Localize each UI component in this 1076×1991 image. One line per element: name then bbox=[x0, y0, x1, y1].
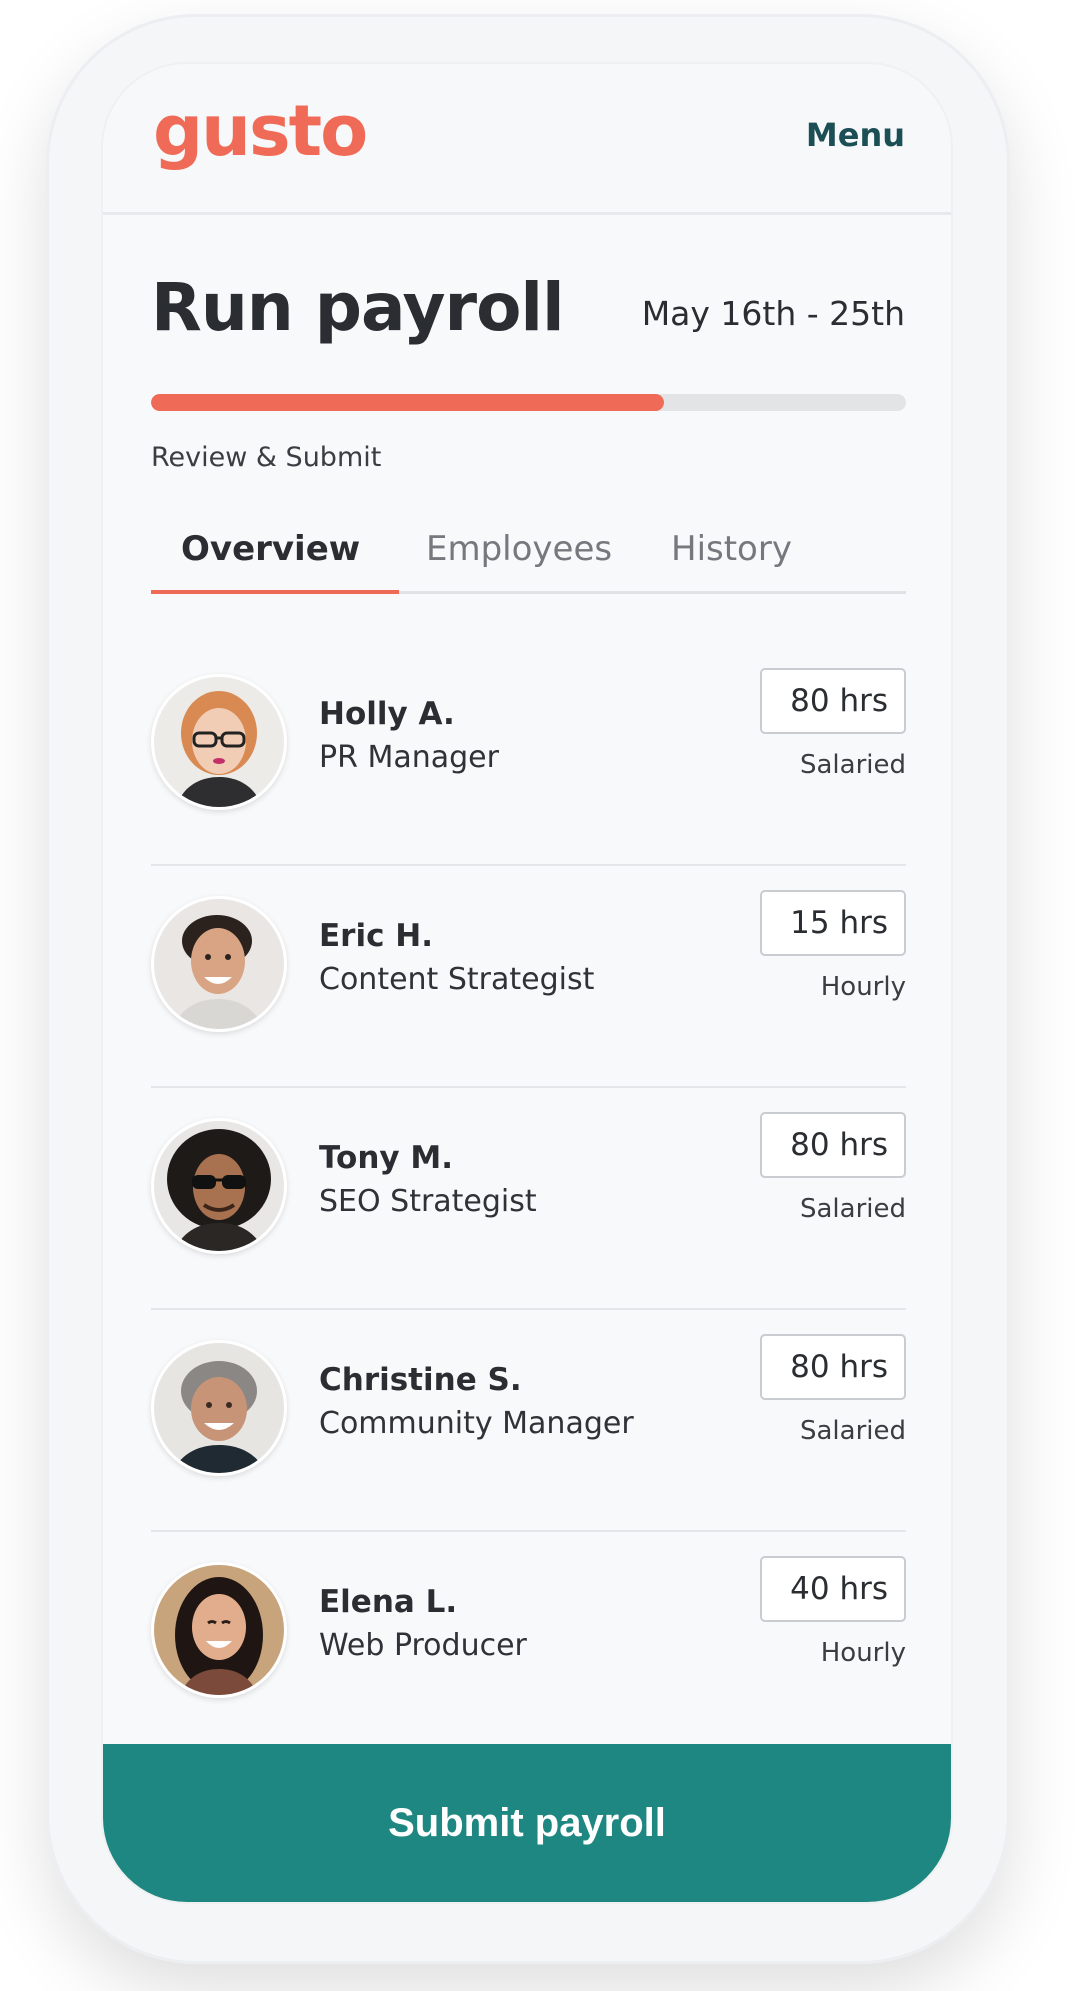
employee-avatar bbox=[151, 1562, 287, 1698]
employee-role: Web Producer bbox=[319, 1628, 527, 1663]
employee-name: Eric H. bbox=[319, 918, 433, 954]
employee-name: Elena L. bbox=[319, 1584, 458, 1620]
employee-row[interactable]: Tony M. SEO Strategist 80 hrs Salaried bbox=[151, 1088, 906, 1310]
employee-name: Holly A. bbox=[319, 696, 455, 732]
employee-avatar bbox=[151, 1340, 287, 1476]
employee-avatar bbox=[151, 674, 287, 810]
hours-input[interactable]: 15 hrs bbox=[760, 890, 906, 956]
employee-avatar bbox=[151, 1118, 287, 1254]
employee-name: Christine S. bbox=[319, 1362, 522, 1398]
tab-overview[interactable]: Overview bbox=[181, 529, 360, 569]
pay-type-label: Hourly bbox=[820, 1638, 906, 1668]
tab-history[interactable]: History bbox=[671, 529, 792, 569]
active-tab-indicator bbox=[151, 590, 399, 594]
pay-period-date-range: May 16th - 25th bbox=[641, 294, 905, 333]
menu-button[interactable]: Menu bbox=[806, 116, 905, 154]
hours-input[interactable]: 80 hrs bbox=[760, 1334, 906, 1400]
pay-type-label: Salaried bbox=[799, 1194, 906, 1224]
hours-input[interactable]: 40 hrs bbox=[760, 1556, 906, 1622]
employee-row[interactable]: Christine S. Community Manager 80 hrs Sa… bbox=[151, 1310, 906, 1532]
employee-row[interactable]: Eric H. Content Strategist 15 hrs Hourly bbox=[151, 866, 906, 1088]
employee-role: Community Manager bbox=[319, 1406, 634, 1441]
employee-row[interactable]: Elena L. Web Producer 40 hrs Hourly bbox=[151, 1532, 906, 1754]
employee-role: SEO Strategist bbox=[319, 1184, 537, 1219]
payroll-tabs: Overview Employees History bbox=[151, 529, 906, 594]
pay-type-label: Hourly bbox=[820, 972, 906, 1002]
employee-role: Content Strategist bbox=[319, 962, 595, 997]
gusto-logo[interactable]: gusto bbox=[153, 90, 368, 172]
payroll-progress-fill bbox=[151, 394, 665, 411]
tab-employees[interactable]: Employees bbox=[426, 529, 612, 569]
employee-name: Tony M. bbox=[319, 1140, 454, 1176]
pay-type-label: Salaried bbox=[799, 1416, 906, 1446]
page-title: Run payroll bbox=[151, 269, 565, 346]
top-navigation-bar: gusto Menu bbox=[103, 64, 951, 215]
pay-type-label: Salaried bbox=[799, 750, 906, 780]
payroll-progress-bar bbox=[151, 394, 906, 411]
progress-step-label: Review & Submit bbox=[151, 442, 382, 473]
employee-role: PR Manager bbox=[319, 740, 499, 775]
submit-payroll-button[interactable]: Submit payroll bbox=[103, 1744, 951, 1902]
app-screen: gusto Menu Run payroll May 16th - 25th R… bbox=[101, 62, 953, 1904]
employee-avatar bbox=[151, 896, 287, 1032]
hours-input[interactable]: 80 hrs bbox=[760, 668, 906, 734]
employee-row[interactable]: Holly A. PR Manager 80 hrs Salaried bbox=[151, 644, 906, 866]
hours-input[interactable]: 80 hrs bbox=[760, 1112, 906, 1178]
employee-list: Holly A. PR Manager 80 hrs Salaried Eric… bbox=[151, 644, 906, 1754]
